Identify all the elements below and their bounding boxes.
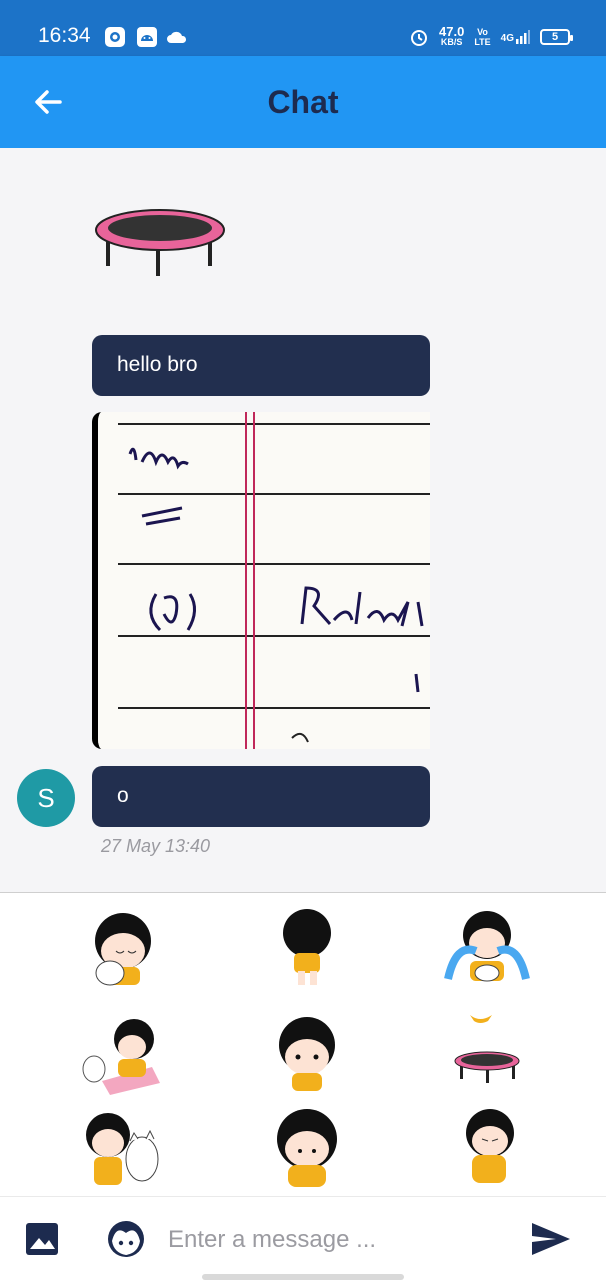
alarm-icon [411, 30, 427, 46]
image-icon[interactable] [24, 1221, 60, 1257]
girl-walking-sticker[interactable] [262, 903, 352, 993]
signal-bars-icon [516, 30, 530, 44]
message-bubble[interactable]: hello bro [92, 335, 430, 396]
girl-hugging-knees-sticker[interactable] [262, 1105, 352, 1195]
avatar[interactable]: S [17, 769, 75, 827]
girl-and-cat-sticker[interactable] [78, 1105, 168, 1195]
status-right: 47.0 KB/S Vo LTE 4G 5 [409, 22, 573, 52]
battery-indicator: 5 [540, 29, 573, 45]
sticker-face-icon[interactable] [106, 1219, 146, 1259]
android-icon [137, 27, 157, 47]
notebook-photo [98, 412, 430, 749]
app-notification-icon [105, 27, 125, 47]
trampoline-sticker[interactable] [442, 1009, 532, 1099]
sticker-panel [0, 892, 606, 1196]
chat-messages[interactable]: hello bro S o 27 May 13:40 [0, 148, 606, 892]
message-input-bar [0, 1196, 606, 1280]
app-bar: Chat [0, 56, 606, 148]
girl-smiling-sticker[interactable] [262, 1009, 352, 1099]
network-speed: 47.0 KB/S [439, 24, 465, 47]
girl-worried-sticker[interactable] [442, 1105, 532, 1195]
volte-indicator: Vo LTE [474, 27, 491, 47]
trampoline-sticker[interactable] [92, 208, 228, 282]
message-input[interactable] [168, 1221, 508, 1259]
home-indicator [202, 1274, 404, 1280]
girl-hugging-cat-sticker[interactable] [78, 903, 168, 993]
message-timestamp: 27 May 13:40 [101, 836, 211, 856]
girl-crying-sticker[interactable] [442, 903, 532, 993]
cloud-icon [167, 31, 187, 43]
image-message[interactable] [92, 412, 430, 749]
page-title: Chat [267, 84, 339, 120]
status-time: 16:34 [38, 24, 91, 47]
send-icon[interactable] [530, 1221, 572, 1257]
signal-indicator: 4G [501, 30, 530, 44]
status-bar: 16:34 47.0 KB/S Vo LTE 4G 5 [0, 0, 606, 56]
girl-with-cat-on-mat-sticker[interactable] [78, 1009, 168, 1099]
message-bubble[interactable]: o [92, 766, 430, 827]
